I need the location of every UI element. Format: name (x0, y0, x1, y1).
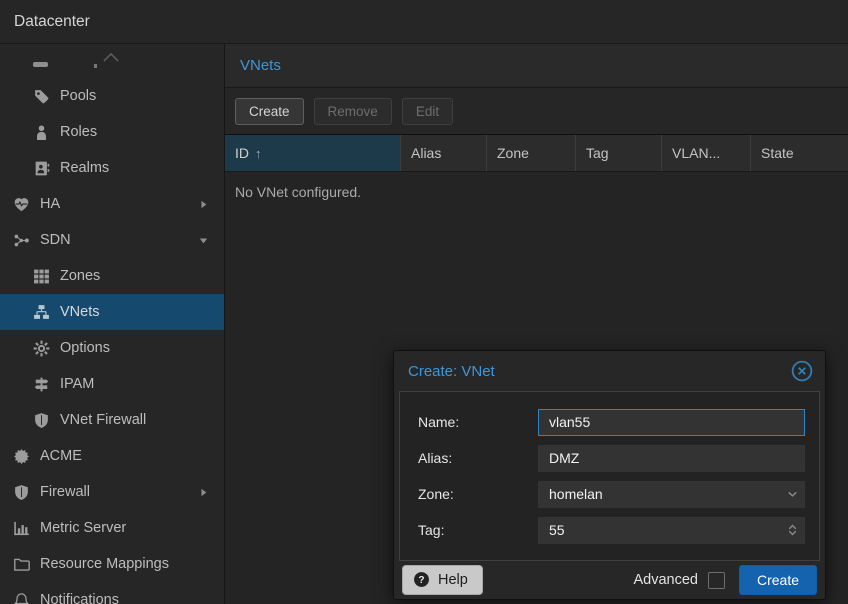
page-title: Datacenter (14, 13, 90, 31)
caret-down-icon[interactable] (197, 234, 210, 247)
caret-right-icon[interactable] (197, 486, 210, 499)
sidebar-item-label: Options (60, 340, 110, 356)
zone-combobox[interactable] (538, 481, 805, 508)
sidebar-item-vnet-firewall[interactable]: VNet Firewall (0, 402, 224, 438)
sidebar-item-roles[interactable]: Roles (0, 114, 224, 150)
sidebar-items: Pools Roles Realms HA SDN Zones VNets Op… (0, 78, 224, 604)
field-label: Name: (418, 414, 538, 430)
signpost-icon (33, 376, 50, 393)
column-header-tag[interactable]: Tag (576, 135, 662, 171)
panel-header: VNets (225, 44, 848, 88)
field-label: Alias: (418, 450, 538, 466)
top-header: Datacenter (0, 0, 848, 44)
clipped-icon-fragment (33, 62, 48, 67)
sidebar-item-label: Resource Mappings (40, 556, 169, 572)
sidebar-item-label: Metric Server (40, 520, 126, 536)
certificate-icon (13, 448, 30, 465)
sidebar-item-resource-mappings[interactable]: Resource Mappings (0, 546, 224, 582)
column-header-id[interactable]: ID ↑ (225, 135, 401, 171)
sidebar-item-zones[interactable]: Zones (0, 258, 224, 294)
sidebar-item-label: Notifications (40, 592, 119, 604)
shield-icon (33, 412, 50, 429)
sidebar-item-pools[interactable]: Pools (0, 78, 224, 114)
sort-ascending-icon: ↑ (255, 146, 262, 161)
name-field-row: Name: (418, 404, 814, 440)
column-header-vlan[interactable]: VLAN... (662, 135, 751, 171)
sidebar-item-label: VNet Firewall (60, 412, 146, 428)
sidebar-item-label: VNets (60, 304, 100, 320)
column-header-state[interactable]: State (751, 135, 847, 171)
caret-right-icon[interactable] (197, 198, 210, 211)
tag-field-row: Tag: (418, 512, 814, 548)
zone-field-row: Zone: (418, 476, 814, 512)
sidebar-item-ipam[interactable]: IPAM (0, 366, 224, 402)
sdn-icon (13, 232, 30, 249)
create-vnet-dialog: Create: VNet Name: Alias: Zone: Tag: (393, 350, 826, 600)
bell-icon (13, 592, 30, 604)
vnets-toolbar: Create Remove Edit (225, 88, 848, 134)
sidebar-item-notifications[interactable]: Notifications (0, 582, 224, 604)
sidebar-tree: Pools Roles Realms HA SDN Zones VNets Op… (0, 44, 225, 604)
bar-chart-icon (13, 520, 30, 537)
edit-button[interactable]: Edit (402, 98, 453, 125)
clipped-text-fragment (94, 64, 97, 68)
column-header-alias[interactable]: Alias (401, 135, 487, 171)
sidebar-item-label: Firewall (40, 484, 90, 500)
sidebar-item-sdn[interactable]: SDN (0, 222, 224, 258)
footer-right-group: Advanced Create (633, 565, 817, 595)
field-label: Tag: (418, 522, 538, 538)
question-circle-icon (413, 571, 430, 588)
sitemap-icon (33, 304, 50, 321)
create-submit-button[interactable]: Create (739, 565, 817, 595)
sidebar-item-options[interactable]: Options (0, 330, 224, 366)
sidebar-item-vnets[interactable]: VNets (0, 294, 224, 330)
field-label: Zone: (418, 486, 538, 502)
sidebar-item-realms[interactable]: Realms (0, 150, 224, 186)
advanced-label: Advanced (633, 572, 698, 588)
remove-button[interactable]: Remove (314, 98, 392, 125)
sidebar-item-label: Zones (60, 268, 100, 284)
sidebar-item-label: Roles (60, 124, 97, 140)
heartbeat-icon (13, 196, 30, 213)
panel-title: VNets (240, 57, 281, 74)
create-button[interactable]: Create (235, 98, 304, 125)
spinner-up-down-icon[interactable] (785, 523, 800, 538)
address-book-icon (33, 160, 50, 177)
chevron-up-icon (99, 48, 123, 67)
shield-icon (13, 484, 30, 501)
empty-table-text: No VNet configured. (235, 184, 361, 200)
sidebar-item-label: Realms (60, 160, 109, 176)
gear-icon (33, 340, 50, 357)
dialog-title: Create: VNet (408, 363, 495, 380)
tags-icon (33, 88, 50, 105)
sidebar-item-firewall[interactable]: Firewall (0, 474, 224, 510)
sidebar-item-label: Pools (60, 88, 96, 104)
sidebar-item-label: ACME (40, 448, 82, 464)
column-header-zone[interactable]: Zone (487, 135, 576, 171)
dialog-footer: Help Advanced Create (394, 561, 825, 599)
dialog-titlebar[interactable]: Create: VNet (394, 351, 825, 391)
sidebar-item-partial-scrolled[interactable] (0, 44, 224, 78)
name-input[interactable] (538, 409, 805, 436)
sidebar-item-acme[interactable]: ACME (0, 438, 224, 474)
alias-field-row: Alias: (418, 440, 814, 476)
table-header-row: ID ↑ Alias Zone Tag VLAN... State (225, 134, 848, 172)
user-icon (33, 124, 50, 141)
sidebar-item-ha[interactable]: HA (0, 186, 224, 222)
sidebar-item-label: SDN (40, 232, 71, 248)
sidebar-item-label: IPAM (60, 376, 94, 392)
dialog-form: Name: Alias: Zone: Tag: (399, 391, 820, 561)
proxmox-datacenter-screen: Datacenter Pools Roles Realms HA SDN Zon… (0, 0, 848, 604)
sidebar-item-label: HA (40, 196, 60, 212)
close-icon[interactable] (791, 360, 813, 382)
folder-icon (13, 556, 30, 573)
advanced-checkbox[interactable] (708, 572, 725, 589)
alias-input[interactable] (538, 445, 805, 472)
tag-spinner[interactable] (538, 517, 805, 544)
chevron-down-icon[interactable] (785, 487, 800, 502)
sidebar-item-metric-server[interactable]: Metric Server (0, 510, 224, 546)
help-button[interactable]: Help (402, 565, 483, 595)
grid-icon (33, 268, 50, 285)
